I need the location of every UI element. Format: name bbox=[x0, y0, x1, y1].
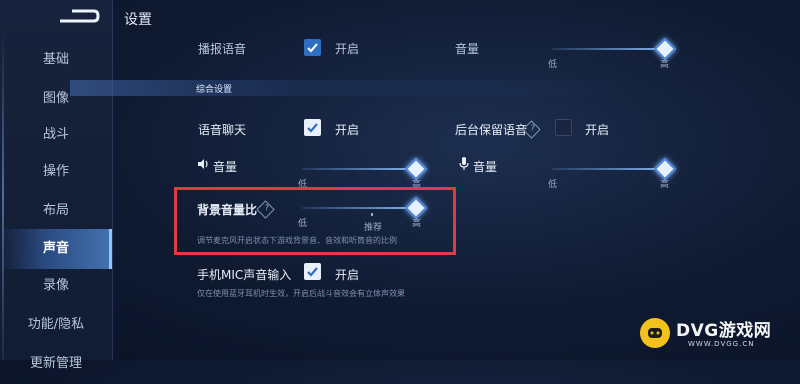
broadcast-voice-label: 播报语音 bbox=[198, 42, 247, 56]
highlight-annotation-box bbox=[174, 187, 456, 255]
sidebar-item-updates[interactable]: 更新管理 bbox=[0, 344, 112, 384]
watermark-brand: DVG游戏网 bbox=[676, 321, 772, 341]
background-voice-label: 后台保留语音 bbox=[455, 123, 528, 137]
broadcast-volume-track[interactable] bbox=[552, 48, 664, 50]
mic-input-description: 仅在使用蓝牙耳机时生效，开启后战斗音效会有立体声效果 bbox=[197, 289, 405, 298]
mic-volume-track[interactable] bbox=[552, 168, 664, 170]
broadcast-volume-label: 音量 bbox=[455, 42, 480, 56]
watermark-logo-icon bbox=[640, 318, 670, 348]
sidebar-item-layout[interactable]: 布局 bbox=[0, 191, 112, 231]
settings-sidebar: 基础 图像 战斗 操作 布局 声音 录像 功能/隐私 更新管理 bbox=[0, 0, 113, 371]
speaker-volume-label: 音量 bbox=[213, 160, 238, 174]
broadcast-voice-checkbox[interactable] bbox=[304, 39, 321, 56]
mic-input-label: 手机MIC声音输入 bbox=[197, 268, 292, 282]
back-button[interactable] bbox=[58, 6, 102, 26]
checkmark-icon bbox=[307, 43, 318, 53]
sidebar-item-battle[interactable]: 战斗 bbox=[0, 115, 112, 155]
section-header-band bbox=[70, 80, 630, 96]
speaker-volume-track[interactable] bbox=[302, 168, 414, 170]
broadcast-volume-low: 低 bbox=[548, 60, 558, 70]
mic-volume-high: 高 bbox=[660, 180, 670, 190]
watermark-url: WWW.DVGG.CN bbox=[688, 340, 755, 348]
section-title: 综合设置 bbox=[196, 85, 233, 95]
sidebar-item-controls[interactable]: 操作 bbox=[0, 152, 112, 192]
speaker-icon bbox=[198, 159, 208, 169]
sidebar-item-basic[interactable]: 基础 bbox=[0, 40, 112, 80]
sidebar-item-privacy[interactable]: 功能/隐私 bbox=[0, 305, 112, 345]
checkmark-icon bbox=[307, 267, 318, 277]
mic-volume-label: 音量 bbox=[473, 160, 498, 174]
mic-input-value: 开启 bbox=[335, 268, 360, 282]
mic-input-checkbox[interactable] bbox=[304, 263, 321, 280]
site-watermark: DVG游戏网 WWW.DVGG.CN bbox=[640, 314, 790, 354]
page-title: 设置 bbox=[124, 12, 152, 28]
background-voice-checkbox[interactable] bbox=[555, 119, 572, 136]
voice-chat-checkbox[interactable] bbox=[304, 119, 321, 136]
checkmark-icon bbox=[307, 123, 318, 133]
voice-chat-value: 开启 bbox=[335, 123, 360, 137]
broadcast-voice-value: 开启 bbox=[335, 42, 360, 56]
back-arrow-icon bbox=[60, 9, 100, 23]
mic-volume-low: 低 bbox=[548, 180, 558, 190]
background-voice-value: 开启 bbox=[585, 123, 610, 137]
sidebar-item-replay[interactable]: 录像 bbox=[0, 266, 112, 306]
voice-chat-label: 语音聊天 bbox=[198, 123, 247, 137]
microphone-icon bbox=[459, 157, 469, 170]
sidebar-item-sound[interactable]: 声音 bbox=[0, 229, 112, 269]
broadcast-volume-high: 高 bbox=[660, 60, 670, 70]
